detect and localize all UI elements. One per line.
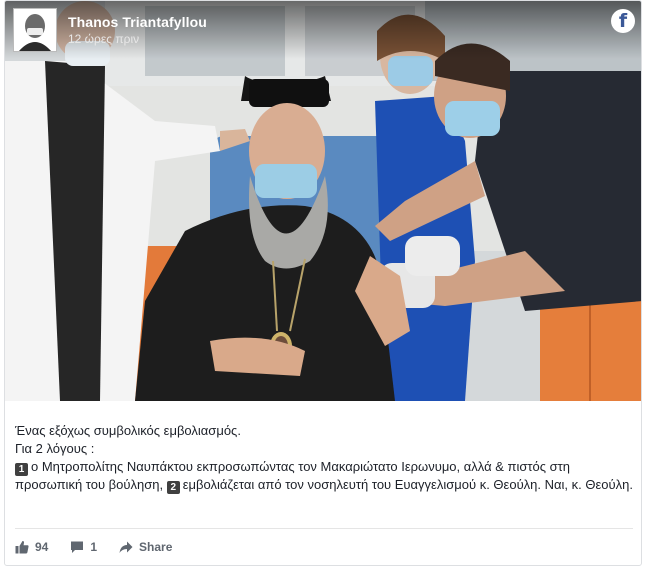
photo-header-overlay (5, 1, 641, 59)
actions-divider (15, 528, 633, 529)
comment-button[interactable]: 1 (70, 540, 97, 554)
facebook-icon[interactable]: f (611, 9, 635, 33)
number-two-badge: 2 (166, 481, 180, 494)
share-label: Share (139, 540, 173, 554)
like-count: 94 (35, 540, 49, 554)
facebook-post-card: Thanos Triantafyllou 12 ώρες πριν f Ένας… (4, 0, 642, 566)
caption-line: Ένας εξόχως συμβολικός εμβολιασμός. (15, 423, 241, 438)
post-author-name[interactable]: Thanos Triantafyllou (68, 14, 207, 30)
author-avatar[interactable] (13, 8, 57, 52)
caption-text: εμβολιάζεται από τον νοσηλευτή του Ευαγγ… (182, 477, 633, 492)
caption-paragraph: 1ο Μητροπολίτης Ναυπάκτου εκπροσωπώντας … (15, 458, 633, 494)
photo-scene (5, 1, 641, 401)
post-caption: Ένας εξόχως συμβολικός εμβολιασμός. Για … (15, 422, 633, 494)
comment-icon (71, 541, 84, 553)
caption-line: Για 2 λόγους : (15, 441, 95, 456)
share-button[interactable]: Share (119, 540, 172, 554)
number-one-badge: 1 (15, 463, 28, 476)
post-actions-bar: 94 1 Share (15, 537, 194, 557)
avatar-portrait (14, 9, 56, 51)
share-arrow-icon (119, 541, 133, 553)
like-button[interactable]: 94 (15, 540, 48, 554)
comment-count: 1 (90, 540, 98, 554)
thumbs-up-icon (15, 540, 29, 554)
post-photo[interactable]: Thanos Triantafyllou 12 ώρες πριν f (5, 1, 641, 401)
post-timestamp[interactable]: 12 ώρες πριν (68, 32, 139, 46)
